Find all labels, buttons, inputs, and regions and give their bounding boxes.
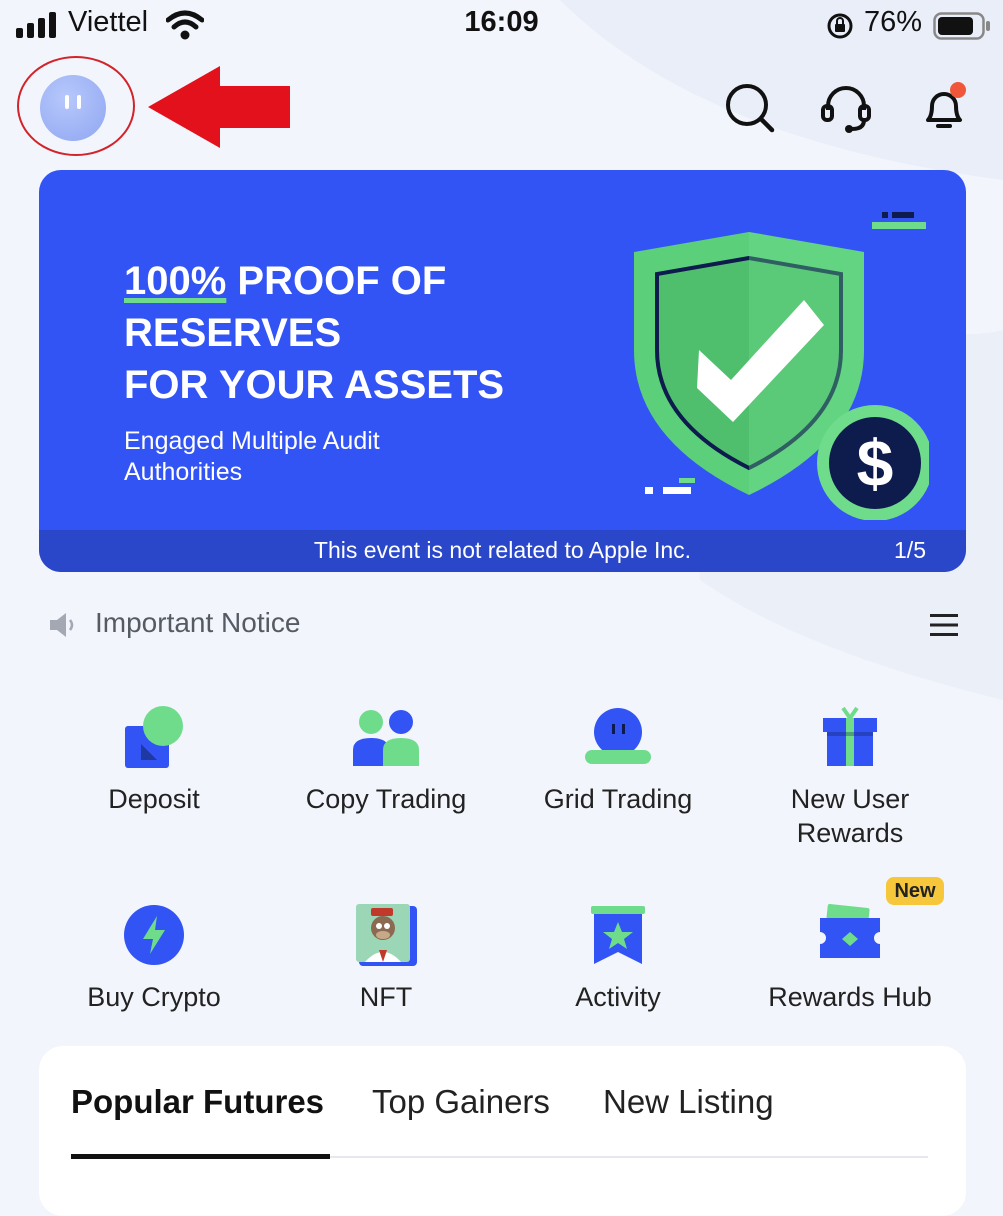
ticket-icon	[820, 904, 880, 958]
quick-action-buy-crypto[interactable]: Buy Crypto	[44, 902, 264, 1014]
battery-percent: 76%	[864, 6, 923, 38]
banner-title-line3: FOR YOUR ASSETS	[124, 363, 505, 407]
market-card: Popular Futures Top Gainers New Listing	[39, 1046, 966, 1216]
avatar-eye	[65, 95, 69, 109]
quick-action-label: Copy Trading	[305, 784, 467, 814]
tab-top-gainers[interactable]: Top Gainers	[372, 1083, 550, 1121]
promo-banner[interactable]: 100% PROOF OF RESERVES FOR YOUR ASSETS E…	[39, 170, 966, 572]
rotation-lock-icon	[827, 13, 853, 39]
quick-action-activity[interactable]: Activity	[508, 902, 728, 1014]
quick-action-label: Deposit	[108, 784, 200, 814]
customer-support-icon[interactable]	[820, 82, 872, 134]
tab-new-listing[interactable]: New Listing	[603, 1083, 774, 1121]
quick-action-label: Buy Crypto	[87, 982, 221, 1012]
copy-trading-icon	[353, 710, 419, 766]
deposit-icon	[125, 706, 183, 768]
red-arrow-annotation	[148, 66, 290, 148]
quick-action-label: Grid Trading	[543, 784, 693, 814]
banner-title-line1: PROOF OF	[226, 259, 447, 303]
quick-action-label: New User Rewards	[790, 784, 910, 848]
activity-star-icon	[591, 906, 645, 964]
quick-action-deposit[interactable]: Deposit	[44, 704, 264, 816]
lightning-icon	[124, 905, 184, 965]
banner-title-highlight: 100%	[124, 259, 227, 303]
avatar-icon[interactable]	[40, 75, 106, 141]
quick-action-label: Activity	[575, 982, 661, 1012]
banner-page-indicator: 1/5	[894, 537, 926, 563]
active-tab-indicator	[71, 1154, 330, 1159]
avatar-eye	[77, 95, 81, 109]
speaker-icon	[50, 613, 74, 637]
banner-subtitle: Engaged Multiple Audit Authorities	[124, 427, 380, 486]
banner-title: 100% PROOF OF RESERVES FOR YOUR ASSETS	[124, 255, 504, 411]
quick-action-new-user-rewards[interactable]: New User Rewards	[740, 704, 960, 850]
svg-text:$: $	[857, 426, 894, 500]
quick-action-label: NFT	[359, 982, 413, 1012]
new-badge: New	[886, 877, 944, 905]
quick-action-grid-trading[interactable]: Grid Trading	[508, 704, 728, 816]
grid-trading-icon	[585, 708, 651, 764]
banner-disclaimer: This event is not related to Apple Inc.	[313, 537, 692, 563]
tab-popular-futures[interactable]: Popular Futures	[71, 1083, 324, 1121]
banner-title-line2: RESERVES	[124, 311, 342, 355]
important-notice-link[interactable]: Important Notice	[95, 607, 300, 639]
gift-icon	[823, 706, 877, 766]
nft-icon	[356, 904, 417, 966]
status-bar: Viettel 16:09 76%	[0, 0, 1003, 50]
quick-action-rewards-hub[interactable]: Rewards Hub	[740, 902, 960, 1014]
banner-footer: This event is not related to Apple Inc. …	[39, 530, 966, 572]
menu-icon[interactable]	[930, 612, 958, 638]
search-icon[interactable]	[724, 82, 776, 134]
quick-action-nft[interactable]: NFT	[276, 902, 496, 1014]
shield-check-icon: $	[634, 212, 929, 520]
battery-icon	[933, 12, 990, 40]
notification-bell-icon[interactable]	[918, 82, 970, 134]
quick-action-label: Rewards Hub	[768, 982, 932, 1012]
quick-action-copy-trading[interactable]: Copy Trading	[276, 704, 496, 816]
